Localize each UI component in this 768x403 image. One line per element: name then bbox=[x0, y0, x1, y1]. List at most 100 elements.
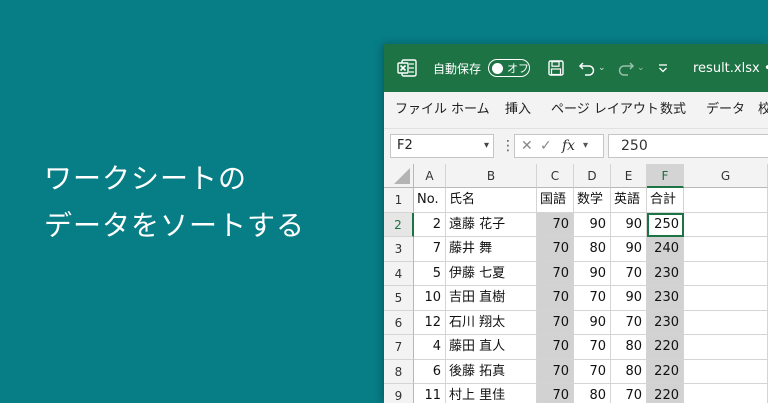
table-cell[interactable]: 藤田 直人 bbox=[446, 335, 537, 360]
undo-dropdown-icon[interactable]: ⌄ bbox=[598, 44, 606, 92]
tab-file[interactable]: ファイル bbox=[395, 92, 447, 128]
column-header-c[interactable]: C bbox=[537, 164, 574, 188]
tab-formulas[interactable]: 数式 bbox=[660, 92, 686, 128]
row-header-4[interactable]: 4 bbox=[384, 261, 414, 286]
column-header-g[interactable]: G bbox=[684, 164, 768, 188]
table-cell[interactable]: 4 bbox=[414, 335, 446, 360]
customize-toolbar-icon[interactable] bbox=[657, 44, 669, 92]
table-cell[interactable]: 80 bbox=[611, 359, 647, 384]
table-cell[interactable] bbox=[684, 212, 768, 237]
header-cell[interactable]: 氏名 bbox=[446, 188, 537, 213]
header-cell[interactable]: No. bbox=[414, 188, 446, 213]
table-cell[interactable]: 70 bbox=[537, 237, 574, 262]
function-dropdown-icon[interactable]: ▾ bbox=[583, 135, 588, 157]
header-cell[interactable]: 英語 bbox=[611, 188, 647, 213]
table-cell[interactable]: 10 bbox=[414, 286, 446, 311]
header-cell[interactable]: 数学 bbox=[574, 188, 611, 213]
column-header-e[interactable]: E bbox=[611, 164, 647, 188]
table-cell[interactable]: 90 bbox=[574, 261, 611, 286]
table-cell[interactable]: 90 bbox=[574, 310, 611, 335]
chevron-down-icon[interactable]: ▾ bbox=[484, 135, 489, 157]
row-header-7[interactable]: 7 bbox=[384, 335, 414, 360]
row-header-5[interactable]: 5 bbox=[384, 286, 414, 311]
table-cell[interactable] bbox=[684, 335, 768, 360]
table-cell[interactable]: 遠藤 花子 bbox=[446, 212, 537, 237]
table-cell[interactable]: 藤井 舞 bbox=[446, 237, 537, 262]
column-header-d[interactable]: D bbox=[574, 164, 611, 188]
table-cell[interactable]: 230 bbox=[647, 261, 684, 286]
tab-data[interactable]: データ bbox=[706, 92, 745, 128]
tab-insert[interactable]: 挿入 bbox=[505, 92, 531, 128]
formula-input[interactable]: 250 bbox=[608, 134, 768, 158]
table-cell[interactable]: 240 bbox=[647, 237, 684, 262]
tab-page-layout[interactable]: ページ レイアウト bbox=[551, 92, 659, 128]
table-cell[interactable]: 230 bbox=[647, 310, 684, 335]
table-cell[interactable]: 伊藤 七夏 bbox=[446, 261, 537, 286]
enter-icon[interactable]: ✓ bbox=[540, 135, 552, 157]
table-cell[interactable]: 220 bbox=[647, 384, 684, 403]
more-options-icon[interactable]: ⋮ bbox=[501, 129, 515, 164]
table-cell[interactable] bbox=[684, 261, 768, 286]
table-cell[interactable]: 80 bbox=[574, 237, 611, 262]
table-cell[interactable] bbox=[684, 286, 768, 311]
table-cell[interactable]: 2 bbox=[414, 212, 446, 237]
table-cell[interactable]: 70 bbox=[574, 335, 611, 360]
column-header-b[interactable]: B bbox=[446, 164, 537, 188]
table-cell[interactable]: 90 bbox=[611, 286, 647, 311]
table-cell[interactable]: 石川 翔太 bbox=[446, 310, 537, 335]
table-cell[interactable]: 5 bbox=[414, 261, 446, 286]
table-cell[interactable]: 6 bbox=[414, 359, 446, 384]
table-cell[interactable]: 吉田 直樹 bbox=[446, 286, 537, 311]
row-header-3[interactable]: 3 bbox=[384, 237, 414, 262]
row-header-9[interactable]: 9 bbox=[384, 384, 414, 403]
save-icon[interactable] bbox=[547, 44, 565, 92]
column-header-a[interactable]: A bbox=[414, 164, 446, 188]
table-cell[interactable]: 70 bbox=[537, 212, 574, 237]
row-header-8[interactable]: 8 bbox=[384, 359, 414, 384]
table-cell[interactable]: 70 bbox=[611, 310, 647, 335]
table-cell[interactable]: 230 bbox=[647, 286, 684, 311]
table-cell[interactable]: 7 bbox=[414, 237, 446, 262]
table-cell[interactable]: 220 bbox=[647, 359, 684, 384]
header-cell[interactable]: 合計 bbox=[647, 188, 684, 213]
table-cell[interactable] bbox=[684, 384, 768, 403]
autosave-toggle[interactable]: オフ bbox=[488, 44, 530, 92]
table-cell[interactable]: 80 bbox=[611, 335, 647, 360]
table-cell[interactable]: 70 bbox=[574, 286, 611, 311]
redo-dropdown-icon[interactable]: ⌄ bbox=[637, 44, 645, 92]
table-cell[interactable]: 70 bbox=[537, 359, 574, 384]
tab-home[interactable]: ホーム bbox=[451, 92, 490, 128]
name-box[interactable]: F2 ▾ bbox=[390, 134, 494, 158]
tab-review[interactable]: 校 bbox=[758, 92, 768, 128]
column-header-f[interactable]: F bbox=[647, 164, 684, 188]
table-cell[interactable]: 70 bbox=[537, 261, 574, 286]
table-cell[interactable]: 90 bbox=[574, 212, 611, 237]
active-cell[interactable]: 250 bbox=[647, 212, 684, 237]
redo-icon[interactable] bbox=[617, 44, 635, 92]
table-cell[interactable]: 220 bbox=[647, 335, 684, 360]
table-cell[interactable]: 後藤 拓真 bbox=[446, 359, 537, 384]
row-header-1[interactable]: 1 bbox=[384, 188, 414, 213]
cancel-icon[interactable]: ✕ bbox=[521, 135, 533, 157]
table-cell[interactable]: 村上 里佳 bbox=[446, 384, 537, 403]
table-cell[interactable]: 70 bbox=[537, 310, 574, 335]
table-cell[interactable]: 90 bbox=[611, 237, 647, 262]
table-cell[interactable]: 70 bbox=[537, 286, 574, 311]
table-cell[interactable]: 90 bbox=[611, 212, 647, 237]
insert-function-icon[interactable]: fx bbox=[562, 135, 575, 157]
table-cell[interactable] bbox=[684, 237, 768, 262]
table-cell[interactable]: 70 bbox=[574, 359, 611, 384]
table-cell[interactable]: 70 bbox=[611, 384, 647, 403]
table-cell[interactable] bbox=[684, 359, 768, 384]
table-cell[interactable]: 70 bbox=[611, 261, 647, 286]
row-header-2[interactable]: 2 bbox=[384, 212, 414, 237]
table-cell[interactable]: 12 bbox=[414, 310, 446, 335]
table-cell[interactable]: 80 bbox=[574, 384, 611, 403]
table-cell[interactable]: 11 bbox=[414, 384, 446, 403]
row-header-6[interactable]: 6 bbox=[384, 310, 414, 335]
select-all-button[interactable] bbox=[384, 164, 414, 188]
undo-icon[interactable] bbox=[578, 44, 596, 92]
table-cell[interactable]: 70 bbox=[537, 335, 574, 360]
header-cell[interactable] bbox=[684, 188, 768, 213]
table-cell[interactable]: 70 bbox=[537, 384, 574, 403]
